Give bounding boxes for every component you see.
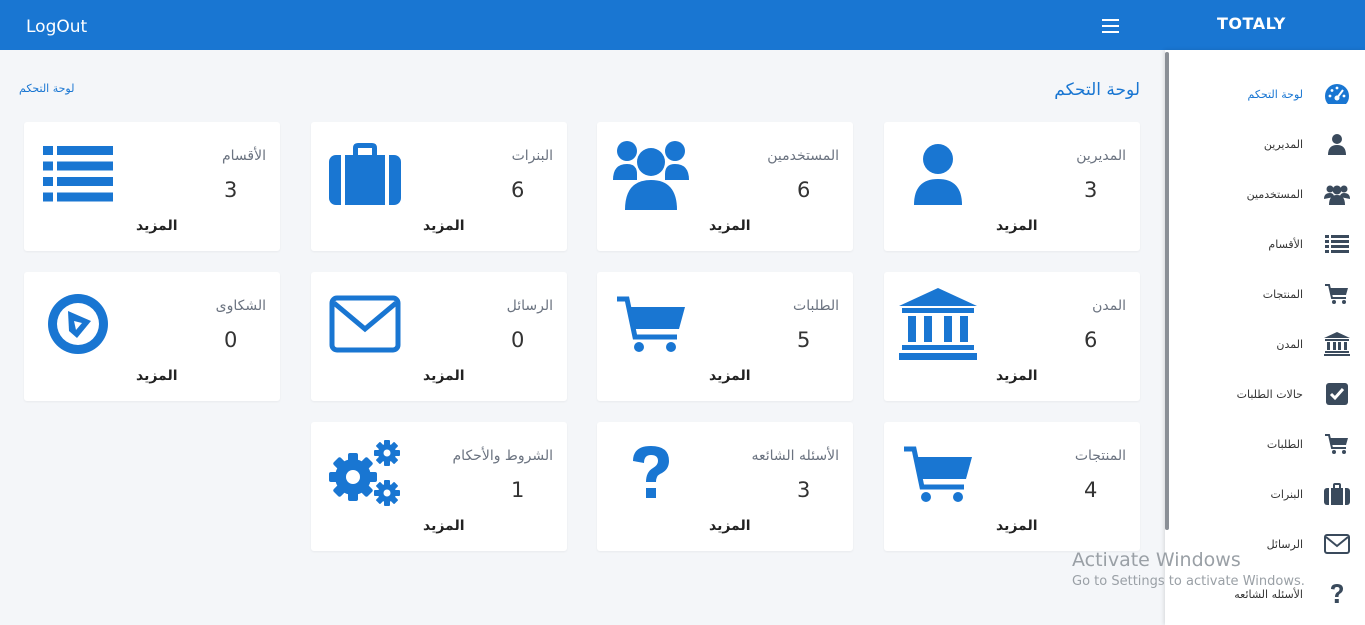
stat-card-complaints: الشكاوى 0 المزيد (24, 272, 280, 401)
card-title: الرسائل (506, 298, 553, 314)
sidebar-item-cities[interactable]: المدن (1171, 329, 1351, 359)
card-count: 6 (1084, 328, 1098, 352)
cart-icon (1323, 430, 1351, 458)
list-icon (38, 134, 118, 214)
sidebar-item-managers[interactable]: المديرين (1171, 129, 1351, 159)
card-title: الشكاوى (215, 298, 266, 314)
sidebar-item-categories[interactable]: الأقسام (1171, 229, 1351, 259)
sidebar-item-label: البنرات (1270, 487, 1303, 501)
briefcase-icon (325, 134, 405, 214)
card-count: 1 (511, 478, 525, 502)
check-square-icon (1323, 380, 1351, 408)
logout-link[interactable]: LogOut (26, 17, 87, 37)
sidebar-item-label: المستخدمين (1246, 187, 1303, 201)
card-title: الأسئله الشائعه (751, 448, 840, 464)
bank-icon (898, 284, 978, 364)
more-link[interactable]: المزيد (136, 368, 178, 384)
play-circle-icon (38, 284, 118, 364)
more-link[interactable]: المزيد (709, 218, 751, 234)
stat-card-users: المستخدمين 6 المزيد (597, 122, 853, 251)
cart-icon (1323, 280, 1351, 308)
stat-card-products: المنتجات 4 المزيد (884, 422, 1140, 551)
card-count: 0 (511, 328, 525, 352)
card-count: 5 (797, 328, 811, 352)
card-count: 6 (797, 178, 811, 202)
activation-watermark: Activate Windows Go to Settings to activ… (1072, 549, 1305, 589)
more-link[interactable]: المزيد (996, 518, 1038, 534)
card-count: 3 (1084, 178, 1098, 202)
user-icon (1323, 130, 1351, 158)
watermark-subtitle: Go to Settings to activate Windows. (1072, 574, 1305, 589)
card-title: المدن (1092, 298, 1126, 314)
more-link[interactable]: المزيد (136, 218, 178, 234)
brand-logo[interactable]: TOTALY (1217, 14, 1286, 33)
watermark-title: Activate Windows (1072, 549, 1241, 571)
card-title: المنتجات (1074, 448, 1126, 464)
more-link[interactable]: المزيد (423, 218, 465, 234)
breadcrumb[interactable]: لوحة التحكم (19, 82, 74, 95)
sidebar-item-dashboard[interactable]: لوحة التحكم (1171, 79, 1351, 109)
list-icon (1323, 230, 1351, 258)
card-count: 3 (224, 178, 238, 202)
more-link[interactable]: المزيد (996, 368, 1038, 384)
sidebar-item-banners[interactable]: البنرات (1171, 479, 1351, 509)
card-count: 6 (511, 178, 525, 202)
more-link[interactable]: المزيد (709, 368, 751, 384)
stat-card-orders: الطلبات 5 المزيد (597, 272, 853, 401)
more-link[interactable]: المزيد (423, 368, 465, 384)
bank-icon (1323, 330, 1351, 358)
cart-icon (611, 284, 691, 364)
card-count: 3 (797, 478, 811, 502)
sidebar-item-users[interactable]: المستخدمين (1171, 179, 1351, 209)
cart-icon (898, 434, 978, 514)
stat-card-faq: الأسئله الشائعه 3 المزيد (597, 422, 853, 551)
menu-toggle-icon[interactable] (1102, 19, 1119, 33)
card-title: المديرين (1076, 148, 1126, 164)
dashboard-icon (1323, 80, 1351, 108)
stat-card-messages: الرسائل 0 المزيد (311, 272, 567, 401)
card-title: البنرات (511, 148, 553, 164)
envelope-icon (1323, 530, 1351, 558)
sidebar-item-label: المديرين (1263, 137, 1303, 151)
top-navbar: LogOut TOTALY (0, 0, 1365, 50)
sidebar-item-order-statuses[interactable]: حالات الطلبات (1171, 379, 1351, 409)
users-icon (611, 134, 691, 214)
card-title: الأقسام (222, 148, 266, 164)
stat-card-categories: الأقسام 3 المزيد (24, 122, 280, 251)
stat-card-managers: المديرين 3 المزيد (884, 122, 1140, 251)
envelope-icon (325, 284, 405, 364)
stat-card-banners: البنرات 6 المزيد (311, 122, 567, 251)
stat-card-terms: الشروط والأحكام 1 المزيد (311, 422, 567, 551)
gears-icon (325, 434, 405, 514)
sidebar-item-orders[interactable]: الطلبات (1171, 429, 1351, 459)
sidebar-scrollbar[interactable] (1165, 52, 1169, 530)
more-link[interactable]: المزيد (996, 218, 1038, 234)
card-count: 0 (224, 328, 238, 352)
question-icon (1323, 580, 1351, 608)
briefcase-icon (1323, 480, 1351, 508)
card-title: المستخدمين (767, 148, 839, 164)
more-link[interactable]: المزيد (423, 518, 465, 534)
sidebar-item-label: الأسئله الشائعه (1234, 587, 1303, 601)
card-count: 4 (1084, 478, 1098, 502)
card-title: الطلبات (793, 298, 839, 314)
page-title: لوحة التحكم (1054, 80, 1140, 100)
sidebar-item-label: لوحة التحكم (1247, 87, 1303, 101)
sidebar-item-label: الأقسام (1268, 237, 1303, 251)
users-icon (1323, 180, 1351, 208)
sidebar-item-products[interactable]: المنتجات (1171, 279, 1351, 309)
stat-card-cities: المدن 6 المزيد (884, 272, 1140, 401)
sidebar-item-label: الطلبات (1266, 437, 1303, 451)
sidebar-item-label: المنتجات (1262, 287, 1303, 301)
sidebar-item-label: حالات الطلبات (1236, 387, 1303, 401)
sidebar-item-label: المدن (1276, 337, 1303, 351)
user-icon (898, 134, 978, 214)
question-icon (611, 434, 691, 514)
more-link[interactable]: المزيد (709, 518, 751, 534)
card-title: الشروط والأحكام (452, 448, 553, 464)
